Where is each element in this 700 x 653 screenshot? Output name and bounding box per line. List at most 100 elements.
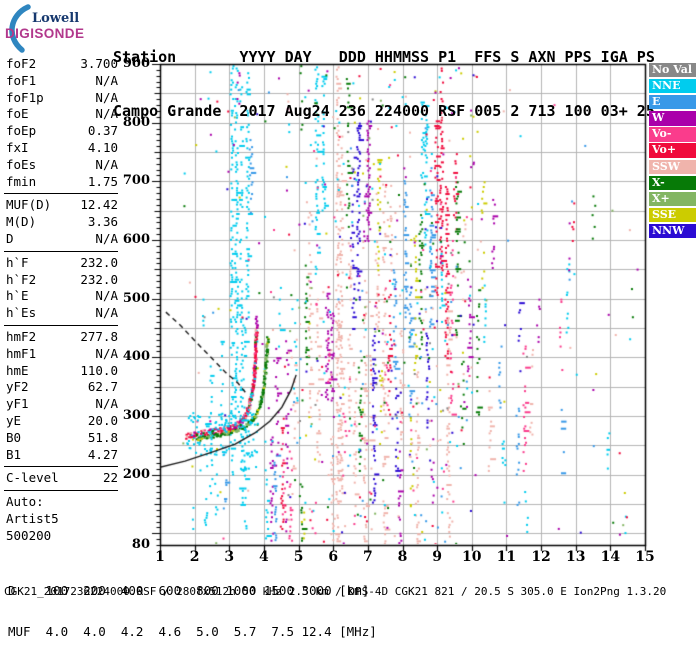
scaled-parameters-panel: foF2 3.700 foF1 N/A foF1p N/A foE N/A foEp 0.37 fx…: [4, 56, 118, 545]
param-row: C-level 22: [6, 470, 118, 487]
header-values-line: Campo Grande 2017 Aug24 236 224000 RSF 0…: [113, 102, 655, 120]
x-axis-label: 15: [635, 549, 655, 565]
param-row: hmF2 277.8: [6, 329, 118, 346]
param-name: C-level: [6, 470, 59, 486]
group-divider: [4, 324, 118, 326]
param-row: foF1p N/A: [6, 90, 118, 107]
param-value: 277.8: [80, 328, 118, 344]
param-value: 4.10: [87, 139, 118, 155]
param-name: B0: [6, 429, 22, 445]
param-row: yF2 62.7: [6, 379, 118, 396]
header-labels-line: Station YYYY DAY DDD HHMMSS P1 FFS S AXN…: [113, 48, 655, 66]
legend-item: NNE: [649, 79, 696, 94]
param-row: Artist5: [6, 511, 118, 528]
param-name: yE: [6, 412, 22, 428]
file-info-line: CGK21_2017236224000.RSF / 280fx512h 50 k…: [4, 585, 667, 598]
legend-item: E: [649, 95, 696, 110]
param-row: M(D) 3.36: [6, 214, 118, 231]
param-row: hmE 110.0: [6, 363, 118, 380]
y-axis-label: 200: [122, 466, 150, 482]
param-row: h`F 232.0: [6, 255, 118, 272]
param-name: Auto:: [6, 494, 44, 510]
param-row: foEp 0.37: [6, 123, 118, 140]
x-axis-label: 11: [496, 549, 517, 565]
param-value: 62.7: [87, 379, 118, 395]
param-name: h`Es: [6, 305, 37, 321]
param-row: yF1 N/A: [6, 396, 118, 413]
measurement-header: Station YYYY DAY DDD HHMMSS P1 FFS S AXN…: [113, 12, 655, 138]
group-divider: [4, 490, 118, 492]
legend-item: SSW: [649, 159, 696, 174]
param-value: 3.36: [87, 214, 118, 230]
legend-item: Vo+: [649, 143, 696, 158]
param-name: fxI: [6, 139, 29, 155]
param-row: Auto:: [6, 494, 118, 511]
param-row: MUF(D) 12.42: [6, 197, 118, 214]
param-row: foE N/A: [6, 106, 118, 123]
y-axis-label: 80: [131, 537, 150, 552]
y-axis-label: 800: [122, 114, 150, 130]
param-name: MUF(D): [6, 197, 52, 213]
param-name: yF1: [6, 396, 29, 412]
param-value: 110.0: [80, 362, 118, 378]
x-axis-label: 9: [432, 549, 443, 565]
group-divider: [4, 466, 118, 468]
param-name: h`E: [6, 288, 29, 304]
param-row: h`E N/A: [6, 288, 118, 305]
param-row: fxI 4.10: [6, 140, 118, 157]
param-value: N/A: [95, 156, 118, 172]
param-row: foEs N/A: [6, 157, 118, 174]
param-value: 232.0: [80, 254, 118, 270]
logo-lowell-text: Lowell: [32, 11, 80, 26]
param-row: D N/A: [6, 231, 118, 248]
param-name: Artist5: [6, 510, 59, 526]
d-muf-table: D 100 200 400 600 800 1000 1500 3000 [km…: [8, 556, 377, 653]
param-name: fmin: [6, 173, 37, 189]
param-row: h`Es N/A: [6, 305, 118, 322]
param-name: hmE: [6, 362, 29, 378]
param-row: 500200: [6, 528, 118, 545]
x-axis-label: 12: [531, 549, 551, 565]
param-name: foEs: [6, 156, 37, 172]
param-row: hmF1 N/A: [6, 346, 118, 363]
y-axis-label: 300: [122, 407, 150, 423]
param-name: foF2: [6, 56, 37, 71]
legend-item: W: [649, 111, 696, 126]
group-divider: [4, 193, 118, 195]
y-axis-label: 900: [122, 56, 150, 71]
legend-item: X+: [649, 191, 696, 207]
param-name: foE: [6, 106, 29, 122]
muf-row: MUF 4.0 4.0 4.2 4.6 5.0 5.7 7.5 12.4 [MH…: [8, 623, 377, 639]
param-value: 232.0: [80, 271, 118, 287]
param-row: B0 51.8: [6, 430, 118, 447]
param-value: 4.27: [87, 446, 118, 462]
legend-item: Vo-: [649, 127, 696, 142]
param-row: B1 4.27: [6, 447, 118, 464]
x-axis-label: 8: [397, 549, 408, 565]
param-name: 500200: [6, 527, 52, 543]
y-axis-label: 700: [122, 173, 150, 189]
y-axis-label: 400: [122, 349, 150, 365]
param-name: B1: [6, 446, 22, 462]
direction-color-legend: No Val NNE E W Vo- Vo+ SSW X- X+ SSE NNW: [649, 63, 696, 240]
param-name: h`F: [6, 254, 29, 270]
param-value: 51.8: [87, 429, 118, 445]
y-axis-label: 500: [122, 290, 150, 306]
y-axis-label: 600: [122, 231, 150, 247]
param-name: foF1: [6, 72, 37, 88]
param-row: foF1 N/A: [6, 73, 118, 90]
param-name: h`F2: [6, 271, 37, 287]
param-row: yE 20.0: [6, 413, 118, 430]
param-value: N/A: [95, 305, 118, 321]
legend-item: X-: [649, 175, 696, 190]
legend-item: NNW: [649, 223, 696, 239]
param-name: foF1p: [6, 89, 44, 105]
param-name: hmF2: [6, 328, 37, 344]
legend-item: No Val: [649, 63, 696, 78]
param-name: M(D): [6, 214, 37, 230]
param-row: fmin 1.75: [6, 174, 118, 191]
param-value: 12.42: [80, 197, 118, 213]
param-row: h`F2 232.0: [6, 272, 118, 289]
param-value: N/A: [95, 72, 118, 88]
param-name: hmF1: [6, 345, 37, 361]
